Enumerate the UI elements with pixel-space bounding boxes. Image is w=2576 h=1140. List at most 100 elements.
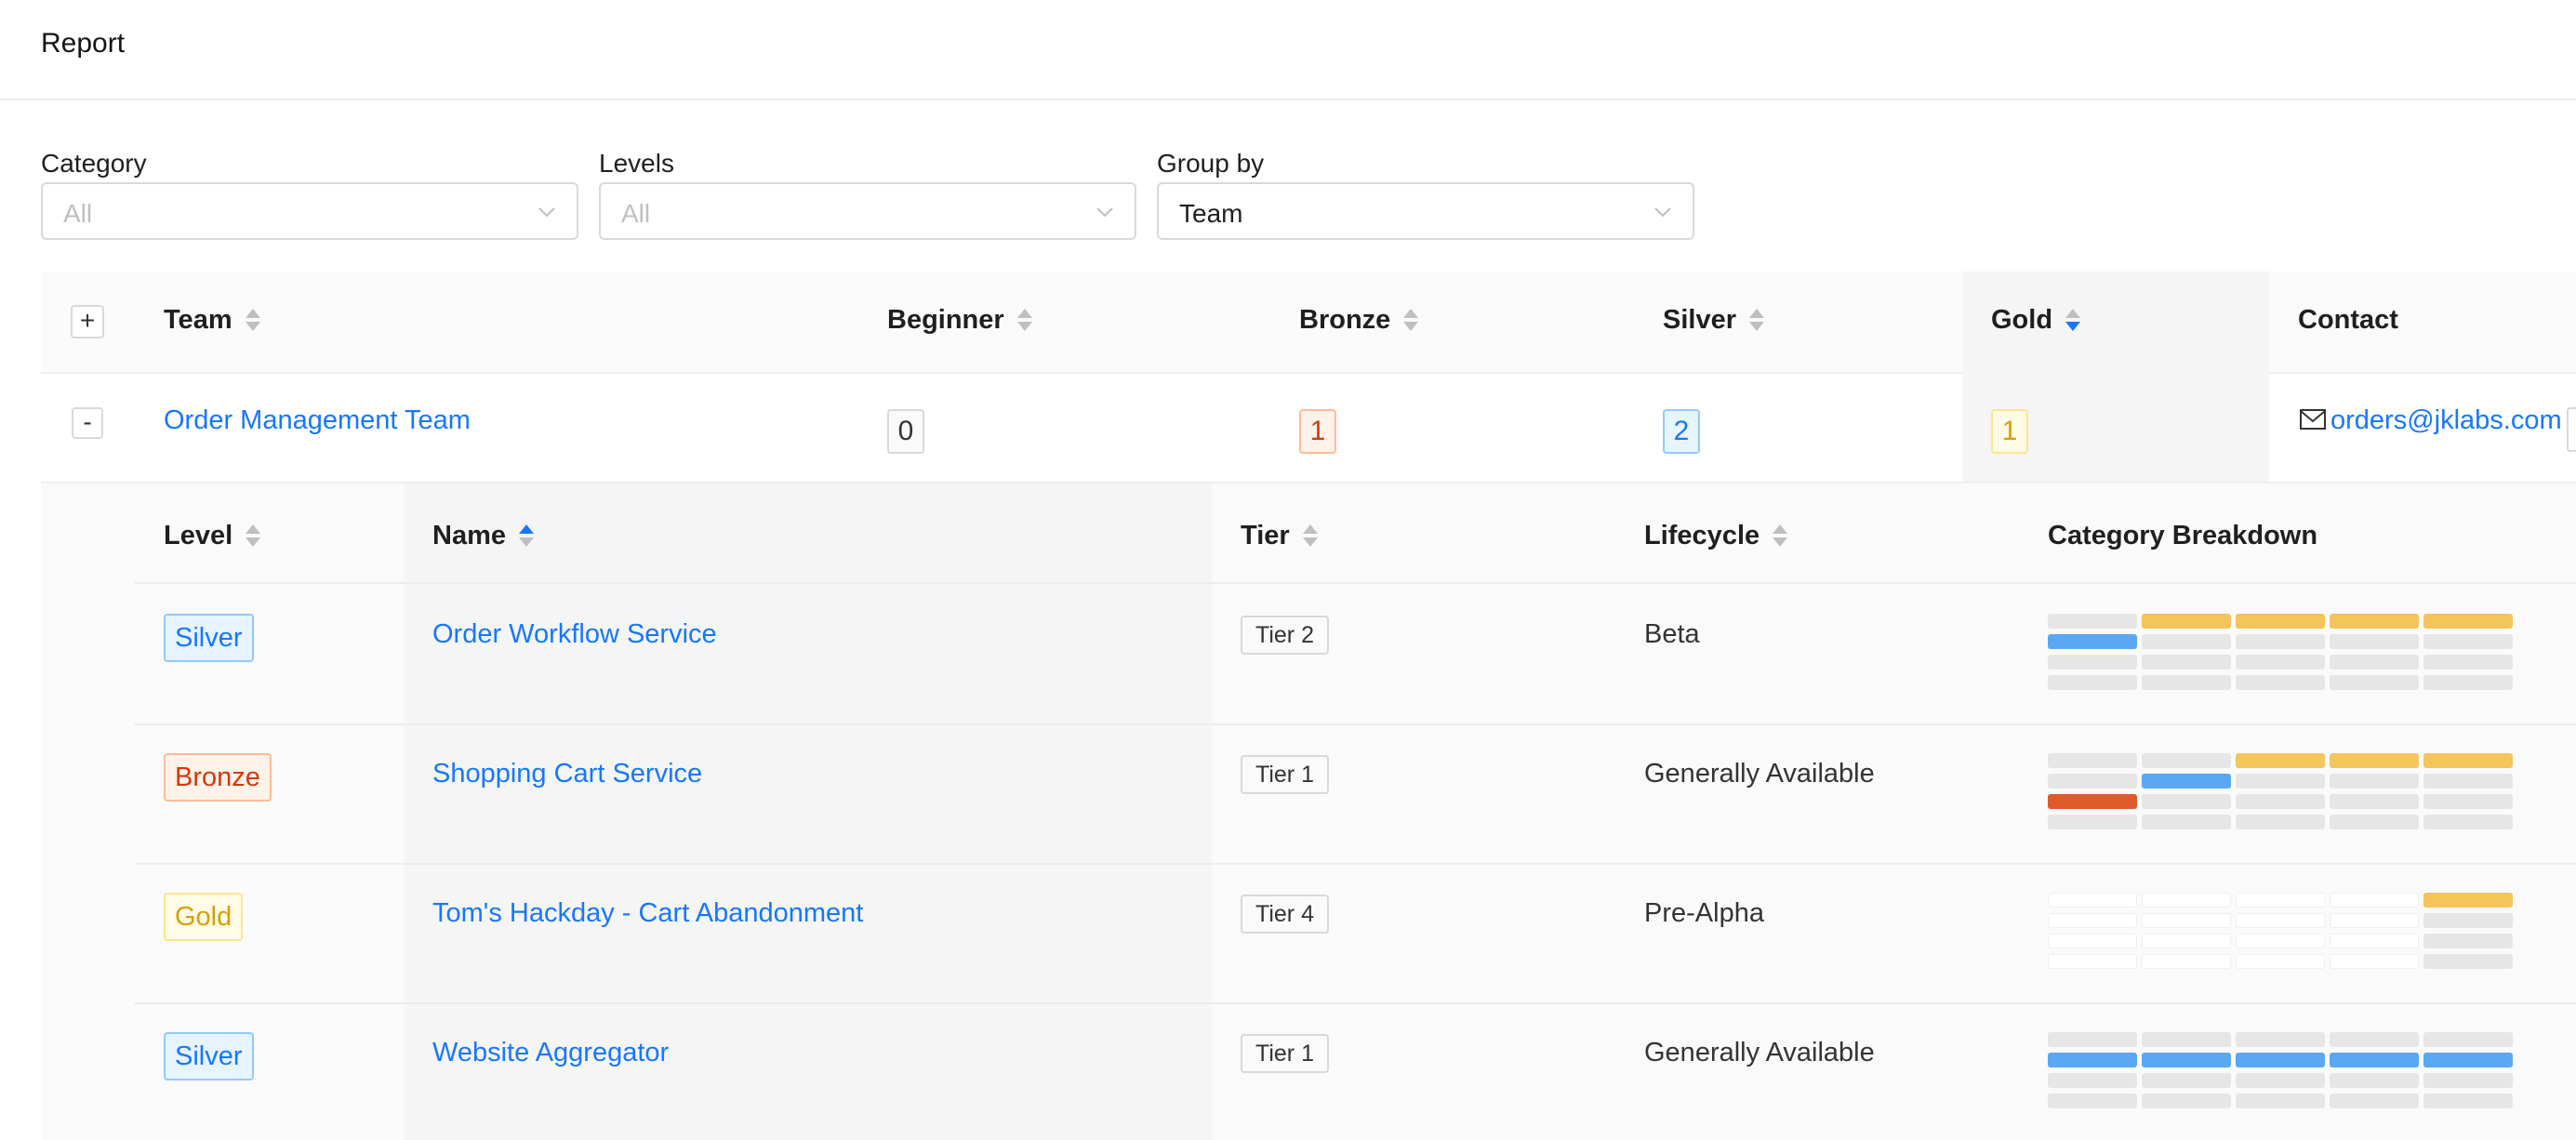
column-header-bronze[interactable]: Bronze: [1299, 305, 1419, 336]
breakdown-cell-empty: [2330, 815, 2419, 829]
breakdown-cell-empty: [2142, 794, 2231, 809]
breakdown-cell-empty: [2423, 634, 2513, 649]
sort-icon-active[interactable]: [519, 523, 534, 550]
breakdown-cell-silver: [2236, 1053, 2325, 1067]
level-tag: Bronze: [164, 753, 272, 802]
breakdown-cell-gold: [2142, 614, 2231, 629]
sort-icon[interactable]: [1773, 523, 1788, 550]
table-row: Silver Order Workflow Service Tier 2 Bet…: [135, 584, 2576, 725]
breakdown-cell-empty: [2142, 1094, 2231, 1108]
lifecycle-text: Generally Available: [1644, 759, 1875, 789]
breakdown-cell-empty: [2423, 913, 2513, 928]
breakdown-cell-empty: [2423, 655, 2513, 669]
breakdown-cell-empty: [2048, 1073, 2137, 1088]
column-header-beginner-label: Beginner: [887, 305, 1004, 335]
breakdown-cell-empty: [2423, 1073, 2513, 1088]
breakdown-cell-none: [2236, 893, 2325, 908]
breakdown-cell-empty: [2048, 774, 2137, 789]
breakdown-cell-empty: [2236, 634, 2325, 649]
breakdown-cell-empty: [2423, 794, 2513, 809]
breakdown-cell-gold: [2236, 614, 2325, 629]
sort-icon-active[interactable]: [2065, 307, 2081, 335]
sort-icon[interactable]: [1016, 307, 1032, 335]
levels-select[interactable]: All: [599, 182, 1136, 240]
breakdown-cell-bronze: [2048, 794, 2137, 809]
service-name-link[interactable]: Tom's Hackday - Cart Abandonment: [432, 898, 863, 929]
breakdown-cell-gold: [2423, 614, 2513, 629]
service-name-link[interactable]: Website Aggregator: [432, 1038, 669, 1068]
page-title: Report: [41, 28, 126, 59]
column-header-silver[interactable]: Silver: [1663, 305, 1764, 336]
breakdown-cell-silver: [2142, 774, 2231, 789]
service-name-link[interactable]: Shopping Cart Service: [432, 759, 702, 789]
breakdown-cell-empty: [2048, 614, 2137, 629]
column-header-level-label: Level: [164, 521, 233, 550]
table-row: Bronze Shopping Cart Service Tier 1 Gene…: [135, 723, 2576, 865]
breakdown-cell-empty: [2142, 634, 2231, 649]
column-header-beginner[interactable]: Beginner: [887, 305, 1032, 336]
breakdown-cell-silver: [2048, 634, 2137, 649]
table-row: Gold Tom's Hackday - Cart Abandonment Ti…: [135, 863, 2576, 1004]
breakdown-cell-empty: [2330, 675, 2419, 690]
breakdown-cell-none: [2330, 934, 2419, 948]
column-header-tier[interactable]: Tier: [1241, 521, 1318, 551]
column-header-gold-label: Gold: [1991, 305, 2053, 335]
expand-all-button[interactable]: +: [71, 305, 104, 338]
beginner-count-badge: 0: [887, 409, 924, 454]
level-tag: Gold: [164, 893, 244, 941]
contact-email-link[interactable]: orders@jklabs.com: [2330, 405, 2562, 436]
breakdown-cell-empty: [2330, 1094, 2419, 1108]
category-select[interactable]: All: [41, 182, 578, 240]
chevron-down-icon: [1654, 207, 1671, 218]
breakdown-cell-none: [2142, 893, 2231, 908]
tier-tag: Tier 2: [1241, 616, 1329, 655]
column-header-team[interactable]: Team: [164, 305, 260, 336]
breakdown-cell-none: [2048, 934, 2137, 948]
sort-icon[interactable]: [245, 307, 260, 335]
breakdown-cell-none: [2048, 913, 2137, 928]
bronze-count-badge: 1: [1299, 409, 1336, 454]
sort-icon[interactable]: [1749, 307, 1764, 335]
breakdown-cell-empty: [2330, 655, 2419, 669]
breakdown-cell-empty: [2236, 1032, 2325, 1047]
column-header-name[interactable]: Name: [432, 521, 534, 551]
breakdown-cell-none: [2236, 934, 2325, 948]
group-by-select[interactable]: Team: [1157, 182, 1694, 240]
team-table: + Team Beginner Bronze Silver Gold Conta…: [41, 272, 2576, 1140]
column-header-contact: Contact: [2298, 305, 2398, 336]
breakdown-cell-none: [2142, 954, 2231, 969]
sort-icon[interactable]: [246, 523, 261, 550]
column-header-level[interactable]: Level: [164, 521, 261, 551]
category-select-value: All: [63, 199, 93, 228]
breakdown-cell-silver: [2330, 1053, 2419, 1067]
sort-icon[interactable]: [1403, 307, 1419, 335]
breakdown-cell-empty: [2048, 1032, 2137, 1047]
chevron-down-icon: [538, 207, 555, 218]
breakdown-cell-silver: [2142, 1053, 2231, 1067]
breakdown-cell-none: [2236, 954, 2325, 969]
breakdown-cell-empty: [2142, 815, 2231, 829]
service-name-link[interactable]: Order Workflow Service: [432, 619, 717, 650]
lifecycle-text: Pre-Alpha: [1644, 898, 1764, 928]
team-name-link[interactable]: Order Management Team: [164, 405, 471, 436]
breakdown-cell-empty: [2330, 794, 2419, 809]
breakdown-cell-empty: [2236, 815, 2325, 829]
sort-icon[interactable]: [1302, 523, 1318, 550]
column-header-lifecycle-label: Lifecycle: [1644, 521, 1760, 550]
breakdown-cell-empty: [2423, 815, 2513, 829]
breakdown-cell-none: [2142, 934, 2231, 948]
collapse-row-button[interactable]: -: [72, 407, 103, 439]
breakdown-cell-empty: [2236, 1094, 2325, 1108]
column-header-gold[interactable]: Gold: [1991, 305, 2081, 336]
column-header-lifecycle[interactable]: Lifecycle: [1644, 521, 1788, 551]
breakdown-cell-gold: [2423, 753, 2513, 768]
levels-label: Levels: [599, 149, 674, 178]
breakdown-cell-none: [2142, 913, 2231, 928]
breakdown-cell-empty: [2142, 1032, 2231, 1047]
mail-icon: [2300, 409, 2326, 430]
group-by-label: Group by: [1157, 149, 1265, 178]
contact-action-button[interactable]: [2567, 407, 2576, 452]
breakdown-cell-empty: [2048, 1094, 2137, 1108]
level-tag: Silver: [164, 614, 254, 662]
column-header-team-label: Team: [164, 305, 232, 335]
